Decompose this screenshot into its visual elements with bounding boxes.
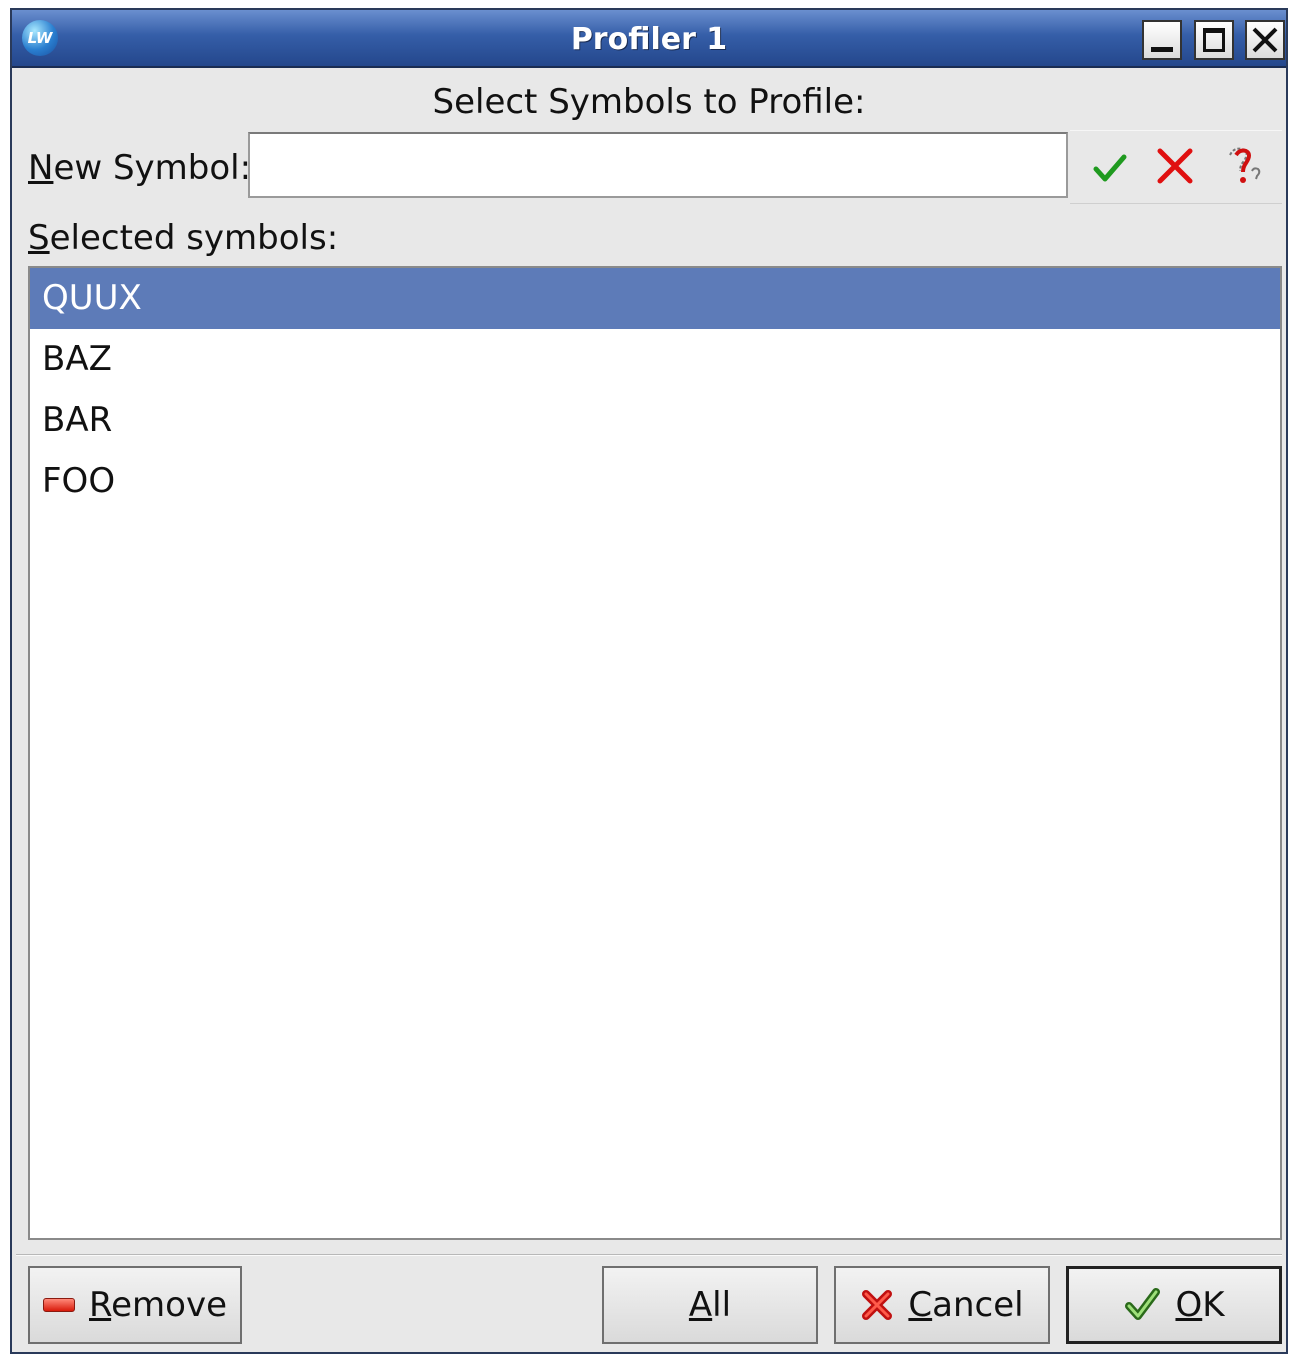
cross-icon[interactable]	[1150, 141, 1202, 193]
profiler-window: LW Profiler 1 Select Symbols to Profile:…	[10, 8, 1288, 1354]
selected-symbols-label-mnemonic: S	[28, 218, 50, 258]
cancel-icon	[862, 1290, 893, 1320]
list-item[interactable]: FOO	[30, 451, 1280, 512]
cancel-mnemonic: C	[908, 1285, 933, 1325]
close-icon	[1252, 27, 1278, 53]
dialog-heading: Select Symbols to Profile:	[432, 82, 866, 122]
remove-button-label: Remove	[89, 1285, 227, 1325]
all-button-label: All	[689, 1285, 731, 1325]
new-symbol-label: New Symbol:	[28, 148, 251, 188]
remove-mnemonic: R	[89, 1285, 112, 1325]
selected-symbols-list[interactable]: QUUX BAZ BAR FOO	[28, 266, 1282, 1240]
remove-icon	[43, 1298, 75, 1312]
close-button[interactable]	[1245, 20, 1285, 60]
all-button[interactable]: All	[602, 1266, 818, 1344]
window-title: Profiler 1	[570, 22, 728, 57]
new-symbol-input[interactable]	[248, 132, 1068, 198]
remove-text: emove	[111, 1285, 227, 1325]
cancel-button[interactable]: Cancel	[834, 1266, 1050, 1344]
symbol-input-toolbar	[1070, 130, 1282, 204]
selected-symbols-label-text: elected symbols:	[49, 218, 339, 258]
remove-button[interactable]: Remove	[28, 1266, 242, 1344]
minimize-button[interactable]	[1142, 20, 1182, 60]
ok-text: K	[1202, 1285, 1225, 1325]
list-item[interactable]: QUUX	[30, 268, 1280, 329]
cancel-button-label: Cancel	[908, 1285, 1023, 1325]
all-text: ll	[712, 1285, 732, 1325]
new-symbol-label-text: ew Symbol:	[53, 148, 252, 188]
ok-check-icon	[1125, 1288, 1161, 1320]
selected-symbols-label: Selected symbols:	[28, 218, 338, 258]
list-item[interactable]: BAR	[30, 390, 1280, 451]
ok-button[interactable]: OK	[1066, 1266, 1282, 1344]
ok-button-label: OK	[1175, 1285, 1224, 1325]
list-item[interactable]: BAZ	[30, 329, 1280, 390]
checkmark-icon[interactable]	[1084, 141, 1136, 193]
cancel-text: ancel	[932, 1285, 1024, 1325]
title-bar[interactable]: LW Profiler 1	[12, 10, 1286, 68]
ok-mnemonic: O	[1175, 1285, 1203, 1325]
button-separator	[16, 1254, 1282, 1256]
all-mnemonic: A	[688, 1285, 713, 1325]
help-icon[interactable]	[1218, 141, 1270, 193]
maximize-button[interactable]	[1194, 20, 1234, 60]
new-symbol-label-mnemonic: N	[28, 148, 54, 188]
